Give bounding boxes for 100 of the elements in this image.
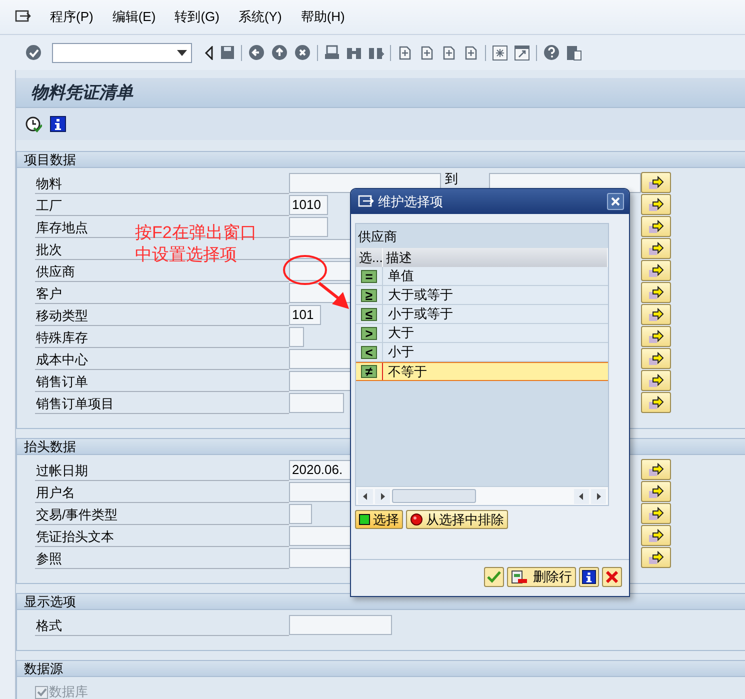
option-row[interactable]: = 单值 — [356, 267, 608, 286]
field-label: 客户 — [35, 285, 62, 303]
arrow-icon — [647, 550, 665, 564]
back-icon[interactable] — [248, 44, 265, 61]
option-row[interactable]: ≤ 小于或等于 — [356, 305, 608, 324]
operator-icon: = — [361, 270, 377, 282]
operator-icon: ≠ — [361, 365, 377, 378]
option-row[interactable]: < 小于 — [356, 343, 608, 362]
multiple-selection-button[interactable] — [641, 525, 671, 546]
new-session-icon[interactable] — [492, 44, 508, 60]
multiple-selection-button[interactable] — [641, 503, 671, 524]
menu-item[interactable]: 程序(P) — [50, 7, 94, 27]
close-button[interactable] — [607, 193, 624, 210]
exclude-button[interactable]: 从选择中排除 — [406, 510, 508, 529]
scroll-left-icon[interactable] — [574, 488, 589, 504]
cancel-button[interactable] — [602, 567, 622, 587]
enter-icon[interactable] — [25, 44, 42, 61]
arrow-icon — [647, 286, 665, 300]
scrollbar-thumb[interactable] — [392, 489, 476, 503]
input-field[interactable] — [289, 615, 392, 635]
input-field[interactable]: 101 — [289, 305, 321, 325]
info-button[interactable] — [579, 567, 599, 587]
info-icon — [582, 570, 596, 584]
arrow-icon — [647, 220, 665, 234]
checkmark-icon — [487, 571, 501, 583]
multiple-selection-button[interactable] — [641, 326, 671, 347]
multiple-selection-button[interactable] — [641, 547, 671, 568]
checkbox-label: 数据库 — [49, 683, 88, 699]
print-icon[interactable] — [324, 44, 340, 60]
field-label: 销售订单 — [35, 373, 88, 391]
menu-item[interactable]: 帮助(H) — [300, 7, 345, 27]
section-title: 项目数据 — [24, 153, 76, 166]
dropdown-caret-icon[interactable] — [177, 50, 187, 56]
menu-item[interactable]: 转到(G) — [174, 7, 220, 27]
multiple-selection-button[interactable] — [641, 194, 671, 215]
info-icon[interactable] — [50, 116, 66, 132]
menu-item[interactable]: 系统(Y) — [238, 7, 282, 27]
field-label: 库存地点 — [35, 219, 88, 237]
scroll-right-icon[interactable] — [591, 488, 606, 504]
shortcut-icon[interactable] — [514, 44, 530, 60]
multiple-selection-button[interactable] — [641, 260, 671, 281]
save-icon[interactable] — [220, 45, 235, 60]
operator-icon: ≤ — [361, 308, 377, 320]
option-label: 单值 — [382, 267, 608, 285]
back-triangle-icon[interactable] — [204, 46, 214, 60]
execute-clock-icon[interactable] — [25, 116, 42, 132]
pointer-arrow — [318, 282, 349, 309]
dialog-menu-icon — [358, 194, 374, 208]
operator-icon: > — [361, 326, 377, 340]
scroll-right-icon[interactable] — [375, 488, 390, 504]
option-label: 大于 — [382, 324, 608, 342]
multiple-selection-button[interactable] — [641, 370, 671, 391]
field-label: 批次 — [35, 241, 62, 259]
option-label: 大于或等于 — [382, 286, 608, 304]
close-icon — [611, 197, 620, 206]
field-label: 格式 — [35, 617, 62, 635]
multiple-selection-button[interactable] — [641, 459, 671, 480]
input-field[interactable]: 1010 — [289, 195, 328, 215]
multiple-selection-button[interactable] — [641, 481, 671, 502]
multiple-selection-button[interactable] — [641, 348, 671, 369]
field-label: 特殊库存 — [35, 329, 88, 347]
arrow-icon — [647, 198, 665, 212]
multiple-selection-button[interactable] — [641, 304, 671, 325]
multiple-selection-button[interactable] — [641, 392, 671, 413]
section-title: 抬头数据 — [24, 440, 76, 453]
menu-item[interactable]: 编辑(E) — [112, 7, 156, 27]
arrow-icon — [647, 528, 665, 542]
command-field[interactable] — [52, 42, 192, 62]
section-title: 显示选项 — [24, 595, 76, 608]
arrow-icon — [647, 308, 665, 322]
field-label: 移动类型 — [35, 307, 88, 325]
option-row[interactable]: ≥ 大于或等于 — [356, 286, 608, 305]
field-label: 销售订单项目 — [35, 395, 114, 413]
arrow-icon — [647, 462, 665, 476]
input-field[interactable] — [289, 393, 344, 413]
field-label: 用户名 — [35, 484, 75, 502]
operator-icon: < — [361, 346, 377, 358]
input-field[interactable] — [289, 327, 304, 347]
cancel-icon[interactable] — [294, 44, 311, 61]
multiple-selection-button[interactable] — [641, 216, 671, 237]
multiple-selection-button[interactable] — [641, 172, 671, 193]
layout-icon[interactable] — [566, 44, 582, 60]
option-row[interactable]: ≠ 不等于 — [356, 362, 608, 381]
menu-icon[interactable] — [15, 10, 31, 24]
exit-icon[interactable] — [271, 44, 288, 61]
help-icon[interactable] — [543, 44, 560, 61]
highlight-circle — [283, 255, 327, 285]
operator-icon: ≥ — [361, 288, 377, 302]
delete-row-button[interactable]: 删除行 — [507, 567, 576, 587]
scroll-left-icon[interactable] — [358, 488, 373, 504]
multiple-selection-button[interactable] — [641, 282, 671, 303]
input-field[interactable] — [289, 504, 312, 524]
option-row[interactable]: > 大于 — [356, 324, 608, 343]
multiple-selection-button[interactable] — [641, 238, 671, 259]
confirm-button[interactable] — [484, 567, 504, 587]
arrow-icon — [647, 484, 665, 498]
cancel-icon — [606, 571, 618, 583]
include-button[interactable]: 选择 — [355, 510, 403, 529]
input-field[interactable] — [289, 217, 328, 237]
field-label: 参照 — [35, 550, 62, 568]
